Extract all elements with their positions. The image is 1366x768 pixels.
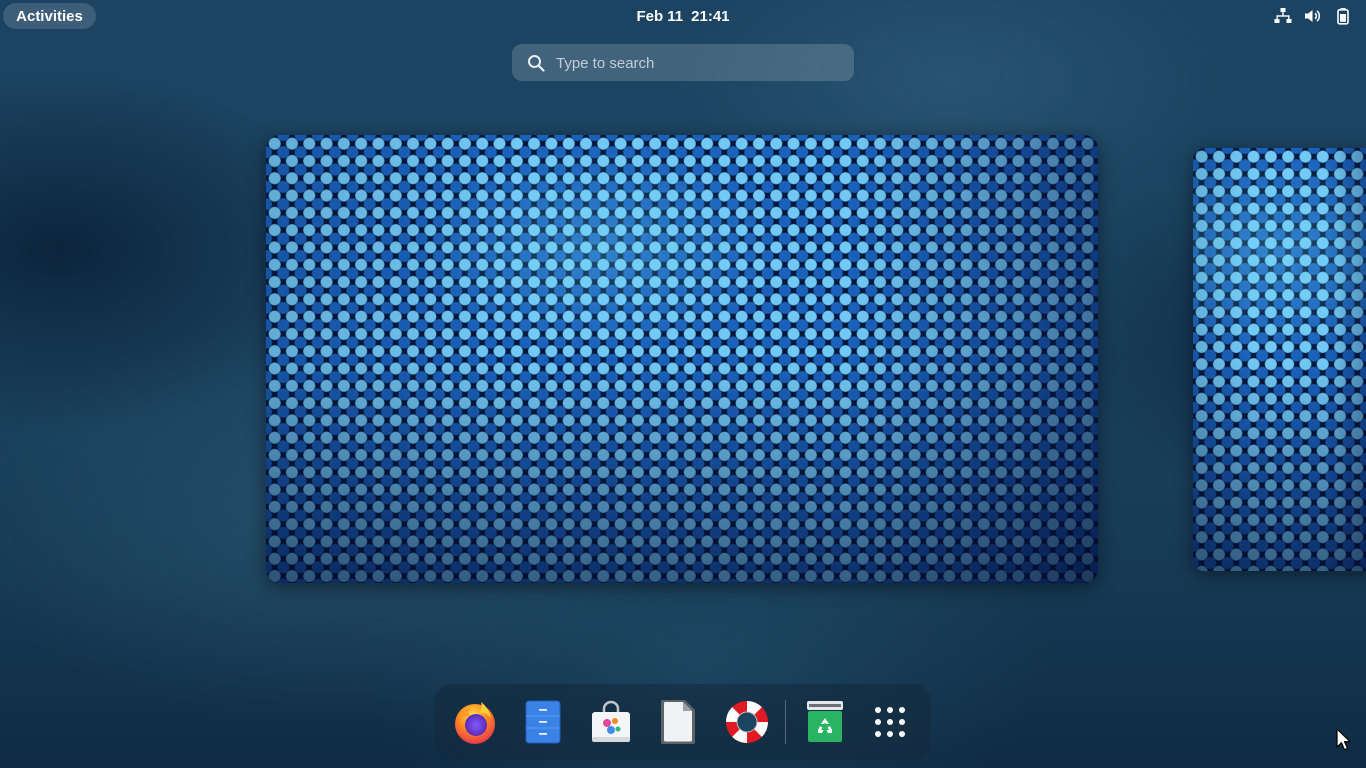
clock-date: Feb 11 bbox=[636, 7, 684, 25]
dock-item-text-editor[interactable] bbox=[654, 697, 704, 747]
search-icon bbox=[528, 55, 545, 72]
document-icon bbox=[661, 700, 695, 744]
mouse-pointer-icon bbox=[1336, 728, 1351, 751]
dock-separator bbox=[785, 700, 786, 744]
dock-item-files[interactable] bbox=[518, 697, 568, 747]
clock-button[interactable]: Feb 11 21:41 bbox=[583, 3, 783, 29]
workspace-thumbnail-next[interactable] bbox=[1193, 148, 1366, 571]
dock-item-show-apps[interactable] bbox=[865, 697, 915, 747]
clock-time: 21:41 bbox=[691, 7, 730, 25]
battery-icon[interactable] bbox=[1334, 7, 1352, 25]
search-bar[interactable] bbox=[512, 44, 854, 83]
help-icon bbox=[726, 701, 768, 743]
software-icon bbox=[592, 700, 630, 742]
workspace-thumbnail-current[interactable] bbox=[266, 135, 1098, 583]
firefox-icon bbox=[455, 702, 495, 744]
trash-icon bbox=[807, 701, 843, 742]
top-bar: Activities Feb 11 21:41 bbox=[0, 0, 1366, 32]
network-icon[interactable] bbox=[1274, 7, 1292, 25]
dock-item-trash[interactable] bbox=[800, 697, 850, 747]
app-grid-icon bbox=[875, 707, 905, 737]
volume-icon[interactable] bbox=[1304, 7, 1322, 25]
files-icon bbox=[525, 700, 561, 744]
search-input[interactable] bbox=[554, 44, 848, 83]
system-tray[interactable] bbox=[1274, 5, 1352, 27]
dash bbox=[434, 684, 931, 760]
dock-item-help[interactable] bbox=[722, 697, 772, 747]
activities-button[interactable]: Activities bbox=[3, 3, 96, 29]
dock-item-software[interactable] bbox=[586, 697, 636, 747]
dock-item-firefox[interactable] bbox=[450, 697, 500, 747]
